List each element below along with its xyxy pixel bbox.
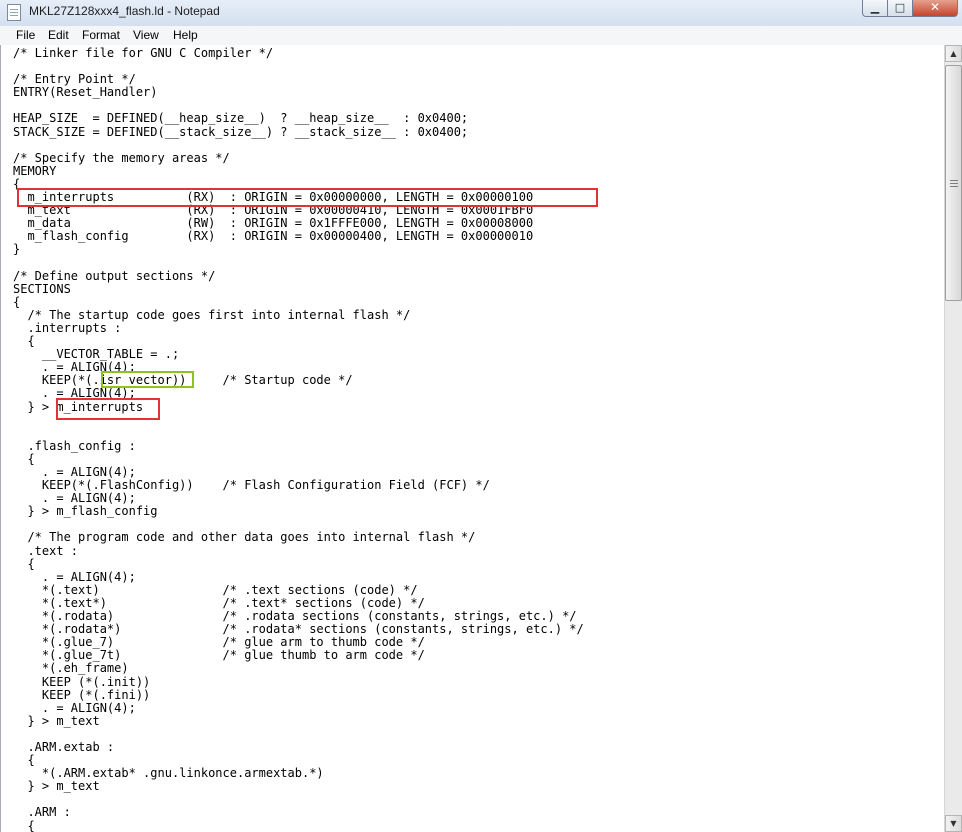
- code-line: . = ALIGN(4);: [13, 569, 136, 584]
- menu-file[interactable]: File: [16, 28, 35, 42]
- code-line: /* The program code and other data goes …: [13, 530, 476, 545]
- notepad-window: MKL27Z128xxx4_flash.ld - Notepad ▁ □ ✕ F…: [0, 0, 962, 832]
- code-line: .text :: [13, 543, 79, 558]
- window-title: MKL27Z128xxx4_flash.ld - Notepad: [29, 4, 220, 18]
- code-line: /* Linker file for GNU C Compiler */: [13, 46, 274, 60]
- code-line: STACK_SIZE = DEFINED(__stack_size__) ? _…: [13, 124, 469, 139]
- code-line: SECTIONS: [13, 281, 71, 296]
- scroll-down-button[interactable]: ▼: [945, 815, 962, 832]
- menu-format[interactable]: Format: [82, 28, 120, 42]
- code-line: *(.eh_frame): [13, 661, 129, 676]
- minimize-button[interactable]: ▁: [862, 0, 888, 17]
- text-editor[interactable]: /* Linker file for GNU C Compiler */ /* …: [0, 45, 944, 832]
- m-interrupts-section-highlight: [56, 398, 160, 420]
- code-line: .ARM.extab :: [13, 739, 115, 754]
- code-line: } > m_text: [13, 713, 100, 728]
- code-line: } > m_text: [13, 779, 100, 794]
- code-line: .flash_config :: [13, 438, 136, 453]
- code-line: *(.text) /* .text sections (code) */: [13, 582, 418, 597]
- close-button[interactable]: ✕: [912, 0, 958, 17]
- title-bar[interactable]: MKL27Z128xxx4_flash.ld - Notepad ▁ □ ✕: [0, 0, 962, 27]
- vertical-scrollbar[interactable]: ▲ ▼: [944, 45, 962, 832]
- code-line: m_flash_config (RX) : ORIGIN = 0x0000040…: [13, 229, 534, 244]
- code-line: /* The startup code goes first into inte…: [13, 307, 411, 322]
- isr-vector-highlight: [101, 371, 194, 388]
- file-content[interactable]: /* Linker file for GNU C Compiler */ /* …: [13, 46, 584, 832]
- code-line: } > m_flash_config: [13, 504, 158, 519]
- scroll-up-button[interactable]: ▲: [945, 45, 962, 62]
- code-line: /* Define output sections */: [13, 268, 216, 283]
- menu-view[interactable]: View: [133, 28, 159, 42]
- code-line: }: [13, 242, 21, 257]
- code-line: HEAP_SIZE = DEFINED(__heap_size__) ? __h…: [13, 111, 469, 126]
- maximize-button[interactable]: □: [887, 0, 913, 17]
- code-line: /* Specify the memory areas */: [13, 150, 230, 165]
- scroll-thumb[interactable]: [945, 65, 962, 301]
- m-interrupts-memory-highlight: [17, 188, 598, 207]
- code-line: . = ALIGN(4);: [13, 700, 136, 715]
- code-line: {: [13, 294, 21, 309]
- menu-help[interactable]: Help: [173, 28, 198, 42]
- code-line: MEMORY: [13, 163, 57, 178]
- code-line: ENTRY(Reset_Handler): [13, 85, 158, 100]
- code-line: {: [13, 556, 35, 571]
- menu-bar: File Edit Format View Help: [0, 26, 962, 46]
- notepad-app-icon[interactable]: [7, 4, 21, 21]
- code-line: {: [13, 818, 35, 832]
- code-line: KEEP (*(.fini)): [13, 687, 151, 702]
- code-line: .ARM :: [13, 805, 71, 820]
- code-line: .interrupts :: [13, 320, 122, 335]
- code-line: KEEP (*(.init)): [13, 674, 151, 689]
- menu-edit[interactable]: Edit: [48, 28, 69, 42]
